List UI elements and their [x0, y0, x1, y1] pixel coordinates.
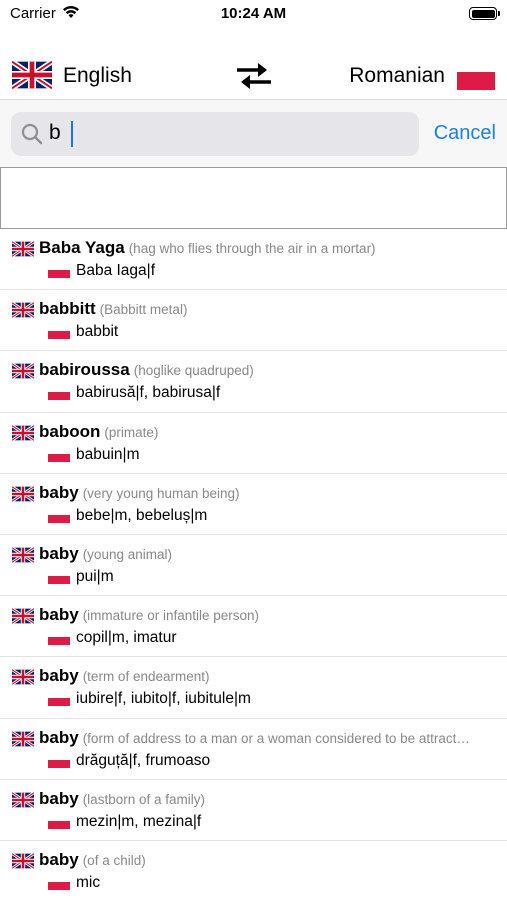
romanian-flag-icon [48, 637, 70, 646]
list-item[interactable]: baby (form of address to a man or a woman… [0, 719, 507, 780]
target-language-button[interactable]: Romanian [349, 64, 445, 88]
status-bar: Carrier 10:24 AM [0, 0, 507, 30]
term: baby [39, 605, 79, 625]
term: baby [39, 543, 79, 563]
romanian-flag-icon [48, 759, 70, 768]
translation: babuin|m [76, 445, 140, 463]
uk-flag-icon [12, 730, 34, 747]
battery-icon [469, 7, 500, 20]
language-bar: English Romanian [0, 50, 507, 100]
term-line: baby (immature or infantile person) [39, 605, 499, 625]
term-note: (primate) [104, 424, 159, 440]
term-note: (immature or infantile person) [82, 608, 260, 624]
search-icon [21, 123, 43, 145]
term-note: (hoglike quadruped) [133, 363, 254, 379]
list-item[interactable]: baby (term of endearment) iubire|f, iubito… [0, 657, 507, 719]
term-line: babbitt (Babbitt metal) [39, 299, 499, 319]
list-item[interactable]: baby (of a child) mic [0, 841, 507, 900]
uk-flag-icon[interactable] [12, 60, 52, 90]
list-item[interactable]: Baba Yaga (hag who flies through the air … [0, 229, 507, 291]
term: baby [39, 849, 79, 869]
term-note: (Babbitt metal) [99, 302, 188, 318]
term: baboon [39, 421, 101, 441]
term: babiroussa [39, 360, 130, 380]
term-line: babiroussa (hoglike quadruped) [39, 360, 499, 380]
term-line: baby (term of endearment) [39, 666, 499, 686]
translation: bebe|m, bebeluș|m [76, 506, 208, 524]
term-line: baby (form of address to a man or a woman… [39, 728, 499, 748]
results-list: Baba Yaga (hag who flies through the air … [0, 229, 507, 900]
term-note: (hag who flies through the air in a mort… [128, 241, 376, 256]
term-line: baboon (primate) [39, 422, 499, 442]
search-input[interactable]: b [49, 121, 61, 145]
romanian-flag-icon [48, 698, 70, 707]
term-note: (young animal) [82, 546, 172, 562]
search-field[interactable]: b [11, 112, 419, 156]
list-item[interactable]: baby (immature or infantile person) copil|… [0, 596, 507, 658]
term-note: (form of address to a man or a woman con… [82, 730, 470, 746]
uk-flag-icon [12, 302, 34, 319]
source-language-button[interactable]: English [63, 64, 132, 88]
uk-flag-icon [12, 791, 34, 808]
romanian-flag-icon [48, 514, 70, 523]
list-item[interactable]: baboon (primate) babuin|m [0, 413, 507, 474]
romanian-flag-icon [48, 575, 70, 584]
uk-flag-icon [12, 424, 34, 441]
translation: babbit [76, 323, 119, 341]
translation: drăguță|f, frumoaso [76, 751, 211, 769]
term-note: (term of endearment) [82, 669, 210, 685]
romanian-flag-icon [48, 270, 70, 278]
swap-languages-icon[interactable] [235, 62, 273, 90]
cancel-button[interactable]: Cancel [434, 122, 496, 145]
term-note: (lastborn of a family) [82, 791, 205, 807]
uk-flag-icon [12, 485, 34, 502]
term-note: (of a child) [82, 852, 146, 868]
romanian-flag-icon [48, 392, 70, 401]
term-line: Baba Yaga (hag who flies through the air … [39, 238, 499, 258]
search-bar: b Cancel [0, 100, 507, 167]
term: babbitt [39, 299, 96, 319]
empty-panel [0, 167, 507, 229]
translation: iubire|f, iubito|f, iubitule|m [76, 690, 251, 708]
translation: copil|m, imatur [76, 629, 177, 647]
uk-flag-icon [12, 608, 34, 625]
text-cursor [71, 121, 73, 147]
term-line: baby (young animal) [39, 544, 499, 564]
term-line: baby (of a child) [39, 850, 499, 870]
list-item[interactable]: baby (young animal) pui|m [0, 535, 507, 597]
translation: Baba Iaga|f [76, 262, 156, 279]
term-line: baby (lastborn of a family) [39, 789, 499, 809]
term-note: (very young human being) [82, 485, 240, 501]
list-item[interactable]: babiroussa (hoglike quadruped) babirusă|f,… [0, 351, 507, 413]
term: Baba Yaga [39, 238, 125, 257]
uk-flag-icon [12, 669, 34, 686]
romanian-flag-icon [48, 881, 70, 890]
uk-flag-icon [12, 546, 34, 563]
romanian-flag-icon [48, 820, 70, 829]
term-line: baby (very young human being) [39, 483, 499, 503]
term: baby [39, 482, 79, 502]
uk-flag-icon [12, 852, 34, 869]
romanian-flag-icon [48, 331, 70, 340]
term: baby [39, 666, 79, 686]
translation: mic [76, 873, 101, 891]
list-item[interactable]: baby (very young human being) bebe|m, bebe… [0, 474, 507, 535]
translation: babirusă|f, babirusa|f [76, 384, 221, 402]
romanian-flag-icon [48, 453, 70, 462]
list-item[interactable]: babbitt (Babbitt metal) babbit [0, 290, 507, 352]
translation: mezin|m, mezina|f [76, 812, 202, 830]
uk-flag-icon [12, 241, 34, 257]
term: baby [39, 788, 79, 808]
clock: 10:24 AM [220, 5, 287, 22]
romanian-flag-icon[interactable] [457, 72, 495, 90]
list-item[interactable]: baby (lastborn of a family) mezin|m, mezin… [0, 780, 507, 841]
uk-flag-icon [12, 363, 34, 380]
translation: pui|m [76, 567, 114, 585]
term: baby [39, 727, 79, 747]
